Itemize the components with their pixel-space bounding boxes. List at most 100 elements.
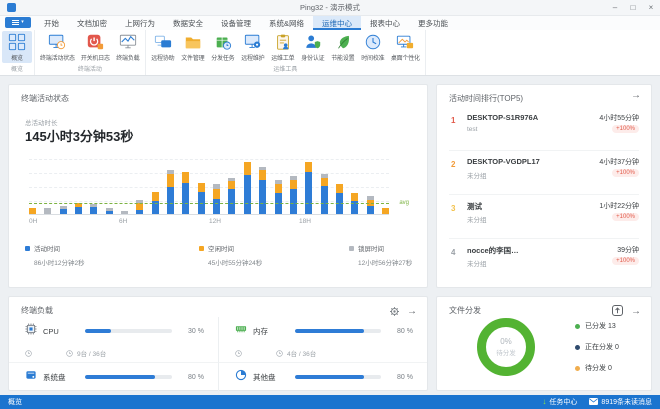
delta-badge: +100% <box>612 213 639 221</box>
tab-运维中心[interactable]: 运维中心 <box>313 16 361 30</box>
legend-dot <box>575 345 580 350</box>
ribbon-button-开关机日志[interactable]: 开关机日志 <box>78 31 113 63</box>
delta-badge: +100% <box>612 257 639 265</box>
legend-item-活动时间: 活动时间86小时12分钟2秒 <box>25 243 85 267</box>
total-duration-value: 145小时3分钟53秒 <box>25 126 133 145</box>
ribbon-button-身份认证[interactable]: 身份认证 <box>298 31 328 63</box>
ribbon-button-label: 概览 <box>11 53 23 62</box>
tab-开始[interactable]: 开始 <box>35 16 68 30</box>
dist-legend-正在分发: 正在分发 0 <box>575 340 619 354</box>
arrow-right-icon[interactable]: → <box>407 307 417 317</box>
tab-上网行为[interactable]: 上网行为 <box>116 16 164 30</box>
ribbon-button-时间校准[interactable]: 时间校准 <box>358 31 388 63</box>
ranking-row[interactable]: 1DESKTOP-S1R976Atest4小时55分钟+100% <box>449 107 639 151</box>
rank-number: 4 <box>451 248 455 257</box>
chart-bar-5H <box>106 208 113 214</box>
legend-dot <box>575 366 580 371</box>
tab-数据安全[interactable]: 数据安全 <box>164 16 212 30</box>
tab-设备管理[interactable]: 设备管理 <box>212 16 260 30</box>
load-progress-bar <box>295 375 381 379</box>
activity-chart-legend: 活动时间86小时12分钟2秒空闲时间45小时55分钟24秒锁屏时间12小时56分… <box>9 243 427 273</box>
hamburger-icon <box>12 20 19 25</box>
clock-small-icon <box>235 344 242 362</box>
load-exceed-count: 4台 / 36台 <box>287 348 316 358</box>
ribbon-button-label: 时间校准 <box>361 53 384 62</box>
task-center-item[interactable]: ↓ 任务中心 <box>542 397 577 407</box>
terminal-name: DESKTOP-S1R976A <box>467 113 538 122</box>
legend-value: 12小时56分钟27秒 <box>358 257 412 267</box>
status-bar: 概览 ↓ 任务中心 8919条未读消息 <box>0 395 660 409</box>
time-calibrate-icon <box>364 33 382 53</box>
ribbon-button-终端负载[interactable]: 终端负载 <box>113 31 143 63</box>
ribbon-button-文件管理[interactable]: 文件管理 <box>178 31 208 63</box>
panel-title: 终端负载 <box>21 305 53 316</box>
activity-time: 1小时22分钟 <box>599 201 639 211</box>
load-percent-value: 30 % <box>178 328 204 335</box>
ribbon-button-运维工单[interactable]: 运维工单 <box>268 31 298 63</box>
load-metric-line: 系统盘80 % <box>25 368 204 386</box>
ribbon-button-label: 身份认证 <box>301 53 324 62</box>
ribbon-button-远程协助[interactable]: 远程协助 <box>148 31 178 63</box>
load-percent-value: 80 % <box>178 374 204 381</box>
file-menu-button[interactable]: ▾ <box>5 17 31 28</box>
menu-tab-bar: ▾ 开始文档加密上网行为数据安全设备管理系统&网络运维中心报表中心更多功能 <box>0 16 660 30</box>
terminal-group: 未分组 <box>467 170 487 180</box>
window-title: Ping32 - 演示模式 <box>0 2 660 13</box>
load-percent-value: 80 % <box>387 328 413 335</box>
maximize-button[interactable]: □ <box>624 0 642 15</box>
minimize-button[interactable]: – <box>606 0 624 15</box>
other-disk-icon <box>235 368 247 386</box>
ribbon-group-label: 概览 <box>2 63 32 75</box>
ribbon-button-label: 终端活动状态 <box>40 53 75 62</box>
chart-bar-22H <box>367 196 374 214</box>
ribbon-button-终端活动状态[interactable]: 终端活动状态 <box>37 31 78 63</box>
ops-ticket-icon <box>274 33 292 53</box>
remote-assist-icon <box>154 33 172 53</box>
ribbon-group-运维工具: 远程协助文件管理分发任务远程维护运维工单身份认证节能设置时间校准桌面个性化运维工… <box>146 30 426 75</box>
ranking-row[interactable]: 2DESKTOP-VGDPL17未分组4小时37分钟+100% <box>449 151 639 195</box>
panel-title: 终端活动状态 <box>21 93 69 104</box>
chart-bar-3H <box>75 203 82 214</box>
chart-bar-1H <box>44 208 51 214</box>
x-axis-labels: 0H6H12H18H <box>29 218 389 226</box>
load-metric-内存: 内存80 %4台 / 36台 <box>218 317 427 362</box>
load-percent-value: 80 % <box>387 374 413 381</box>
legend-dot <box>199 246 204 251</box>
ranking-row[interactable]: 3测试未分组1小时22分钟+100% <box>449 195 639 239</box>
unread-messages-item[interactable]: 8919条未读消息 <box>589 397 652 407</box>
rank-number: 3 <box>451 204 455 213</box>
ribbon-button-远程维护[interactable]: 远程维护 <box>238 31 268 63</box>
legend-item-head: 锁屏时间 <box>349 243 412 253</box>
ranking-row[interactable]: 4nocce的李国…未分组39分钟+100% <box>449 239 639 283</box>
ribbon-group-items: 概览 <box>2 31 32 63</box>
load-exceed-count: 9台 / 36台 <box>77 348 106 358</box>
ribbon-group-label: 终端活动 <box>37 63 143 75</box>
ribbon-button-节能设置[interactable]: 节能设置 <box>328 31 358 63</box>
legend-item-锁屏时间: 锁屏时间 12小时56分钟27秒 <box>349 243 412 267</box>
ribbon-button-桌面个性化[interactable]: 桌面个性化 <box>388 31 423 63</box>
ribbon-button-label: 节能设置 <box>331 53 354 62</box>
load-progress-fill <box>85 329 111 333</box>
identity-auth-icon <box>304 33 322 53</box>
ribbon-button-分发任务[interactable]: 分发任务 <box>208 31 238 63</box>
tab-报表中心[interactable]: 报表中心 <box>361 16 409 30</box>
close-button[interactable]: × <box>642 0 660 15</box>
terminal-group: test <box>467 126 477 133</box>
file-manage-icon <box>184 33 202 53</box>
chart-bar-14H <box>244 162 251 214</box>
clock-small-icon <box>276 344 283 362</box>
chart-bar-16H <box>275 180 282 214</box>
tab-系统&网络[interactable]: 系统&网络 <box>260 16 313 30</box>
ribbon-button-label: 终端负载 <box>116 53 139 62</box>
tab-文档加密[interactable]: 文档加密 <box>68 16 116 30</box>
legend-dot <box>25 246 30 251</box>
legend-label-value: 待分发 0 <box>585 363 612 373</box>
ribbon-button-概览[interactable]: 概览 <box>2 31 32 63</box>
arrow-right-icon[interactable]: → <box>631 307 641 317</box>
tab-更多功能[interactable]: 更多功能 <box>409 16 457 30</box>
ribbon-button-label: 文件管理 <box>181 53 204 62</box>
arrow-right-icon[interactable]: → <box>631 91 641 101</box>
statusbar-view-label: 概览 <box>8 397 22 407</box>
legend-value: 86小时12分钟2秒 <box>34 257 85 267</box>
donut-center: 0% 待分发 <box>477 318 535 376</box>
